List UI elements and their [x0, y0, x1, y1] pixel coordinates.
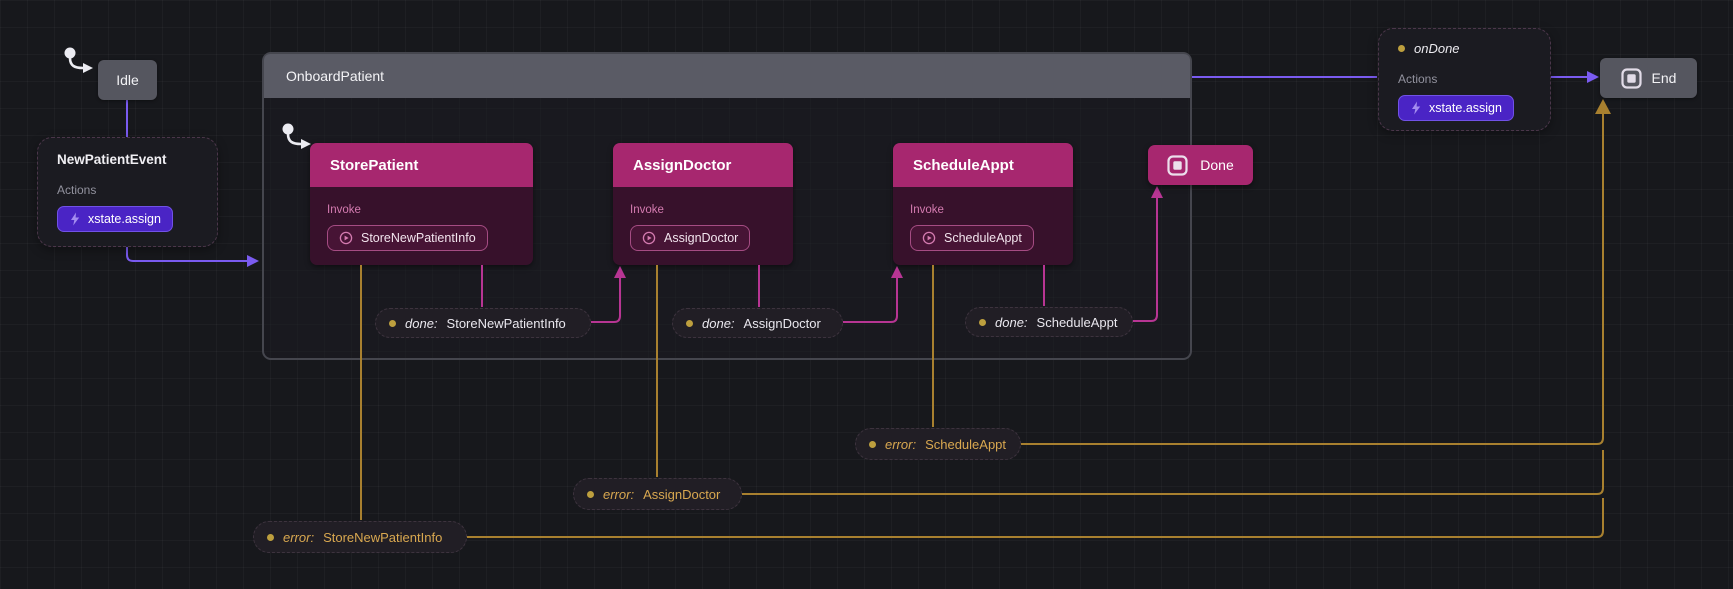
play-icon	[922, 231, 936, 245]
initial-state-icon	[278, 120, 314, 152]
state-title: StorePatient	[330, 157, 418, 174]
transition-label-error-store[interactable]: error: StoreNewPatientInfo	[253, 521, 467, 553]
transition-label-error-assign[interactable]: error: AssignDoctor	[573, 478, 742, 510]
invoke-heading: Invoke	[910, 204, 1056, 216]
transition-target: AssignDoctor	[643, 487, 720, 502]
state-node-end[interactable]: End	[1600, 58, 1697, 98]
state-title: Idle	[116, 72, 139, 88]
event-node-new-patient[interactable]: NewPatientEvent Actions xstate.assign	[37, 137, 218, 247]
action-label: xstate.assign	[1429, 101, 1502, 115]
transition-target: StoreNewPatientInfo	[447, 316, 566, 331]
invoke-chip-assign-doctor[interactable]: AssignDoctor	[630, 225, 750, 251]
event-title-row: onDone	[1398, 41, 1531, 56]
play-icon	[642, 231, 656, 245]
transition-target: StoreNewPatientInfo	[323, 530, 442, 545]
invoke-service-label: ScheduleAppt	[944, 231, 1022, 245]
action-chip-xstate-assign[interactable]: xstate.assign	[57, 206, 173, 232]
invoke-chip-store-new-patient-info[interactable]: StoreNewPatientInfo	[327, 225, 488, 251]
transition-label-done-assign[interactable]: done: AssignDoctor	[672, 308, 843, 338]
state-node-schedule-appt[interactable]: ScheduleAppt Invoke ScheduleAppt	[893, 143, 1073, 265]
state-header[interactable]: AssignDoctor	[613, 143, 793, 187]
state-title: ScheduleAppt	[913, 157, 1014, 174]
error-arrowhead	[1595, 99, 1611, 114]
lightning-icon	[1410, 101, 1422, 115]
state-header[interactable]: ScheduleAppt	[893, 143, 1073, 187]
actions-heading: Actions	[57, 183, 198, 197]
state-node-idle[interactable]: Idle	[98, 60, 157, 100]
final-state-icon	[1167, 155, 1188, 176]
transition-dot-icon	[389, 320, 396, 327]
event-dot-icon	[1398, 45, 1405, 52]
transition-dot-icon	[979, 319, 986, 326]
transition-target: AssignDoctor	[744, 316, 821, 331]
transition-dot-icon	[587, 491, 594, 498]
transition-dot-icon	[869, 441, 876, 448]
state-machine-canvas: Idle NewPatientEvent Actions xstate.assi…	[0, 0, 1733, 589]
transition-keyword: done:	[995, 315, 1028, 330]
state-node-done[interactable]: Done	[1148, 145, 1253, 185]
lightning-icon	[69, 212, 81, 226]
state-body: Invoke ScheduleAppt	[893, 187, 1073, 265]
transition-target: ScheduleAppt	[925, 437, 1006, 452]
state-body: Invoke StoreNewPatientInfo	[310, 187, 533, 265]
event-title: NewPatientEvent	[57, 152, 198, 167]
transition-label-done-store[interactable]: done: StoreNewPatientInfo	[375, 308, 591, 338]
invoke-service-label: StoreNewPatientInfo	[361, 231, 476, 245]
event-title: onDone	[1414, 41, 1460, 56]
transition-dot-icon	[686, 320, 693, 327]
transition-target: ScheduleAppt	[1037, 315, 1118, 330]
play-icon	[339, 231, 353, 245]
state-title: End	[1652, 70, 1677, 86]
state-node-store-patient[interactable]: StorePatient Invoke StoreNewPatientInfo	[310, 143, 533, 265]
actions-heading: Actions	[1398, 72, 1531, 86]
state-header[interactable]: StorePatient	[310, 143, 533, 187]
invoke-heading: Invoke	[327, 204, 516, 216]
state-title: AssignDoctor	[633, 157, 731, 174]
state-body: Invoke AssignDoctor	[613, 187, 793, 265]
transition-keyword: done:	[702, 316, 735, 331]
state-title: Done	[1200, 157, 1233, 173]
final-state-icon	[1621, 68, 1642, 89]
invoke-heading: Invoke	[630, 204, 776, 216]
transition-keyword: error:	[885, 437, 916, 452]
transition-label-error-schedule[interactable]: error: ScheduleAppt	[855, 428, 1021, 460]
event-node-on-done[interactable]: onDone Actions xstate.assign	[1378, 28, 1551, 131]
transition-dot-icon	[267, 534, 274, 541]
compound-state-header[interactable]: OnboardPatient	[264, 54, 1190, 98]
action-label: xstate.assign	[88, 212, 161, 226]
invoke-chip-schedule-appt[interactable]: ScheduleAppt	[910, 225, 1034, 251]
transition-keyword: error:	[603, 487, 634, 502]
transition-label-done-schedule[interactable]: done: ScheduleAppt	[965, 307, 1133, 337]
transition-keyword: done:	[405, 316, 438, 331]
action-chip-xstate-assign[interactable]: xstate.assign	[1398, 95, 1514, 121]
initial-state-icon	[60, 44, 96, 76]
transition-keyword: error:	[283, 530, 314, 545]
state-title: OnboardPatient	[286, 68, 384, 84]
invoke-service-label: AssignDoctor	[664, 231, 738, 245]
state-node-assign-doctor[interactable]: AssignDoctor Invoke AssignDoctor	[613, 143, 793, 265]
